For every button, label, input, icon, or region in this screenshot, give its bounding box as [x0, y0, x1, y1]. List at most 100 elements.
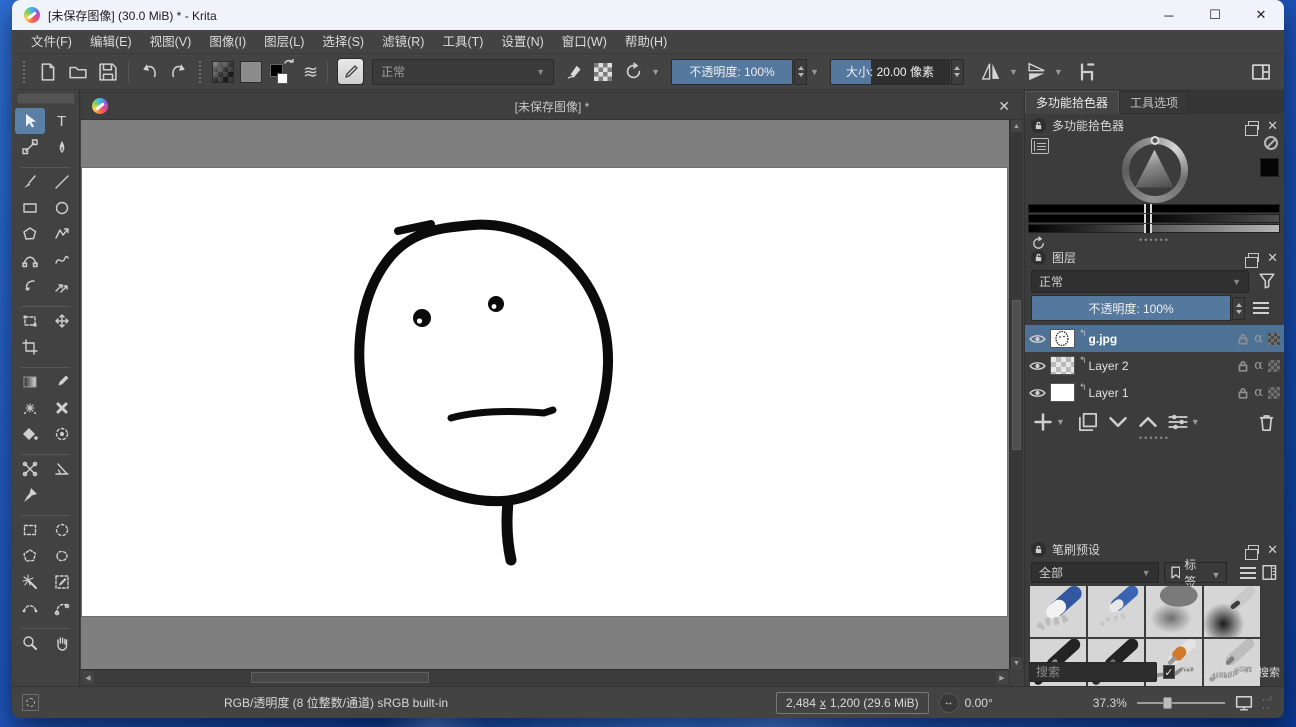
chevron-down-icon[interactable]: ▼	[1009, 67, 1018, 77]
layer-properties-button[interactable]: ▼	[1168, 412, 1203, 432]
layer-row[interactable]: ↰ g.jpg α	[1025, 325, 1284, 352]
chevron-down-icon[interactable]: ▼	[651, 67, 660, 77]
scroll-down-icon[interactable]: ▼	[1011, 657, 1022, 669]
tool-edit-shapes[interactable]	[15, 134, 45, 160]
tool-transform[interactable]	[15, 308, 45, 334]
alpha-lock-icon[interactable]: α	[1254, 331, 1263, 346]
tool-freehand-path[interactable]	[47, 247, 77, 273]
duplicate-layer-button[interactable]	[1078, 412, 1098, 432]
canvas-rotation-icon[interactable]: ↔	[939, 693, 959, 713]
reload-preset-button[interactable]	[620, 59, 646, 85]
move-layer-up-button[interactable]	[1138, 412, 1158, 432]
close-button[interactable]: ✕	[1238, 0, 1284, 30]
tool-calligraphy[interactable]	[47, 134, 77, 160]
layer-filter-icon[interactable]	[1258, 272, 1276, 290]
menu-layer[interactable]: 图层(L)	[255, 30, 313, 54]
gradient-swatch[interactable]	[212, 61, 234, 83]
lock-icon[interactable]	[1031, 542, 1046, 557]
tab-tool-options[interactable]: 工具选项	[1119, 91, 1189, 114]
tool-polyline[interactable]	[47, 221, 77, 247]
chevron-down-icon[interactable]: ▼	[810, 67, 819, 77]
tool-freehand-selection[interactable]	[47, 543, 77, 569]
color-wheel[interactable]	[1122, 137, 1188, 203]
no-color-icon[interactable]	[1264, 136, 1278, 150]
lock-icon[interactable]	[1031, 250, 1046, 265]
redo-button[interactable]	[166, 59, 192, 85]
menu-file[interactable]: 文件(F)	[22, 30, 81, 54]
add-layer-button[interactable]: ▼	[1033, 412, 1068, 432]
tool-multibrush[interactable]	[47, 273, 77, 299]
panel-splitter[interactable]: ••••••	[1025, 236, 1284, 244]
layer-options-menu-icon[interactable]	[1253, 302, 1269, 314]
tool-select-shapes[interactable]	[15, 108, 45, 134]
tool-elliptical-selection[interactable]	[47, 517, 77, 543]
color-selector-settings-icon[interactable]	[1031, 138, 1049, 154]
preset-search-input[interactable]	[1029, 662, 1157, 682]
subwindow-close-icon[interactable]: ✕	[986, 98, 1022, 115]
toolbox-drag-handle[interactable]	[17, 93, 75, 104]
tool-polygon[interactable]	[15, 221, 45, 247]
background-color[interactable]	[277, 73, 288, 84]
fit-to-screen-icon[interactable]	[1235, 694, 1253, 712]
layer-visibility-eye-icon[interactable]	[1029, 359, 1046, 373]
tag-search-checkbox[interactable]: ✓	[1163, 665, 1175, 679]
tool-zoom[interactable]	[15, 630, 45, 656]
toolbar-grip[interactable]	[23, 61, 28, 83]
color-bar-saturation[interactable]	[1028, 214, 1280, 223]
scroll-up-icon[interactable]: ▲	[1011, 120, 1022, 132]
tool-pan[interactable]	[47, 630, 77, 656]
lock-icon[interactable]	[1031, 118, 1046, 133]
tool-enclose-and-fill[interactable]	[47, 421, 77, 447]
image-dimensions[interactable]: 2,484 x 1,200 (29.6 MiB)	[776, 692, 929, 714]
tool-measure[interactable]	[47, 456, 77, 482]
brush-preset-eraser-soft[interactable]	[1088, 586, 1144, 637]
menu-filter[interactable]: 滤镜(R)	[373, 30, 433, 54]
vertical-mirror-button[interactable]	[1023, 59, 1049, 85]
tool-ellipse[interactable]	[47, 195, 77, 221]
resize-grip[interactable]: ⠠⠴⠐⠂	[1259, 693, 1274, 715]
menu-help[interactable]: 帮助(H)	[616, 30, 676, 54]
color-triangle[interactable]	[1132, 147, 1178, 193]
tool-magnetic-selection[interactable]	[47, 595, 77, 621]
foreground-background-color-swap[interactable]	[269, 59, 295, 85]
brush-preset-eraser-circle[interactable]	[1030, 586, 1086, 637]
tool-dynamic-brush[interactable]	[15, 273, 45, 299]
inherit-alpha-icon[interactable]	[1268, 333, 1280, 345]
layer-thumbnail[interactable]	[1050, 329, 1075, 348]
eraser-mode-button[interactable]	[560, 59, 586, 85]
undo-button[interactable]	[136, 59, 162, 85]
preset-detail-view-icon[interactable]	[1261, 564, 1278, 581]
tag-button[interactable]: 标签 ▼	[1164, 562, 1228, 583]
current-color-swatch[interactable]	[1260, 158, 1279, 177]
tool-color-sampler[interactable]	[47, 369, 77, 395]
layer-visibility-eye-icon[interactable]	[1029, 332, 1046, 346]
menu-view[interactable]: 视图(V)	[141, 30, 201, 54]
chevron-down-icon[interactable]: ▼	[1054, 67, 1063, 77]
tool-polygonal-selection[interactable]	[15, 543, 45, 569]
save-button[interactable]	[95, 59, 121, 85]
panel-splitter[interactable]: ••••••	[1025, 434, 1284, 442]
selection-indicator-icon[interactable]	[22, 694, 39, 711]
brush-preset-airbrush-soft[interactable]	[1146, 586, 1202, 637]
tool-rectangular-selection[interactable]	[15, 517, 45, 543]
layer-lock-icon[interactable]	[1237, 333, 1249, 345]
new-document-button[interactable]	[35, 59, 61, 85]
inherit-alpha-icon[interactable]	[1268, 387, 1280, 399]
opacity-slider[interactable]: 不透明度: 100%	[671, 59, 793, 85]
brush-editor-button[interactable]	[337, 58, 364, 85]
tool-assistants[interactable]	[15, 456, 45, 482]
close-panel-icon[interactable]: ✕	[1267, 119, 1278, 132]
delete-layer-button[interactable]	[1257, 413, 1276, 432]
tool-line[interactable]	[47, 169, 77, 195]
tool-similar-color-selection[interactable]	[15, 569, 45, 595]
inherit-alpha-icon[interactable]	[1268, 360, 1280, 372]
preset-filter-dropdown[interactable]: 全部▼	[1031, 562, 1159, 583]
tool-bezier-selection[interactable]	[15, 595, 45, 621]
scroll-left-icon[interactable]: ◀	[82, 671, 94, 684]
tool-move[interactable]	[47, 308, 77, 334]
tab-advanced-color-selector[interactable]: 多功能拾色器	[1025, 91, 1119, 114]
close-panel-icon[interactable]: ✕	[1267, 251, 1278, 264]
layer-lock-icon[interactable]	[1237, 360, 1249, 372]
layer-row[interactable]: ↰ Layer 2 α	[1025, 352, 1284, 379]
layer-thumbnail[interactable]	[1050, 383, 1075, 402]
